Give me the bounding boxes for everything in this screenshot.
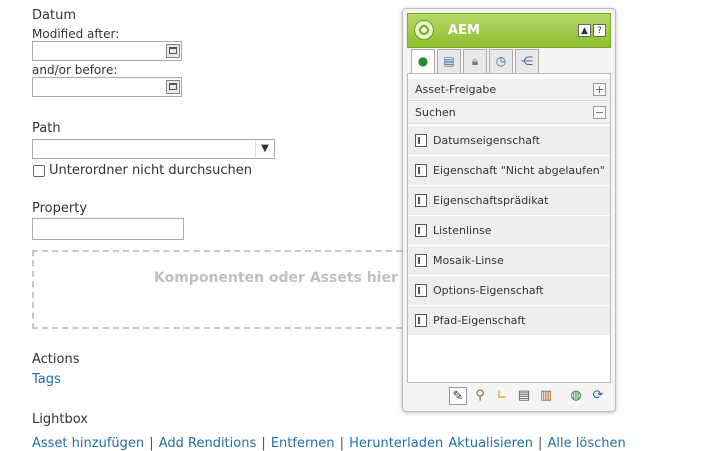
group-suchen[interactable]: Suchen − (408, 102, 610, 124)
drop-zone-text: Komponenten oder Assets hier (154, 270, 398, 286)
component-item[interactable]: Mosaik-Linse (408, 246, 610, 276)
page-icon: ▤ (443, 54, 455, 68)
component-item[interactable]: Datumseigenschaft (408, 126, 610, 156)
add-asset-link[interactable]: Asset hinzufügen (32, 436, 144, 451)
separator: | (538, 436, 543, 451)
group-asset-freigabe[interactable]: Asset-Freigabe + (408, 79, 610, 101)
expand-icon[interactable]: + (593, 83, 606, 96)
page-icon[interactable]: ▤ (515, 387, 533, 405)
collapse-button[interactable]: ▲ (578, 24, 591, 37)
components-tab[interactable]: ● (411, 49, 435, 74)
path-title: Path (32, 121, 61, 136)
list-icon (415, 224, 427, 237)
tags-link[interactable]: Tags (32, 372, 61, 387)
chevron-down-icon[interactable]: ▼ (255, 140, 274, 158)
separator: | (261, 436, 266, 451)
help-button[interactable]: ? (593, 24, 606, 37)
property-title: Property (32, 201, 88, 216)
exclude-subfolders-checkbox[interactable] (33, 165, 45, 177)
lock-icon: 🔒︎ (471, 54, 479, 68)
actions-title: Actions (32, 352, 80, 367)
search-icon[interactable]: ⚲ (471, 387, 489, 405)
calendar-icon[interactable] (166, 44, 180, 58)
component-icon (415, 164, 427, 177)
workflow-tab[interactable]: ⋲ (515, 49, 539, 73)
group-label: Asset-Freigabe (415, 83, 497, 96)
modified-before-input[interactable] (32, 77, 182, 97)
group-label: Suchen (415, 106, 456, 119)
aem-logo-icon (414, 20, 434, 40)
content-tab[interactable]: ▤ (437, 49, 461, 73)
separator: | (339, 436, 345, 451)
history-tab[interactable]: ◷ (489, 49, 513, 73)
lightbox-actions: Asset hinzufügen | Add Renditions | Entf… (32, 432, 626, 451)
component-icon (415, 194, 427, 207)
add-renditions-link[interactable]: Add Renditions (159, 436, 257, 451)
workflow-icon: ⋲ (521, 54, 533, 68)
collapse-icon[interactable]: − (593, 106, 606, 119)
component-icon (415, 134, 427, 147)
exclude-subfolders-label: Unterordner nicht durchsuchen (49, 163, 252, 178)
component-item[interactable]: Eigenschaft "Nicht abgelaufen" (408, 156, 610, 186)
component-icon (415, 284, 427, 297)
lightbox-title: Lightbox (32, 412, 88, 427)
panel-toolbar: ✎ ⚲ ∟ ▤ ▥ ◍ ⟳ (407, 385, 611, 407)
modified-after-input[interactable] (32, 41, 182, 61)
path-select[interactable]: ▼ (32, 139, 275, 159)
panel-header[interactable]: AEM ▲ ? (407, 13, 611, 48)
lock-tab[interactable]: 🔒︎ (463, 49, 487, 73)
remove-link[interactable]: Entfernen (271, 436, 335, 451)
scaffolding-icon[interactable]: ▥ (537, 387, 555, 405)
components-icon: ● (417, 54, 429, 68)
panel-title: AEM (448, 23, 480, 38)
drop-zone[interactable]: Komponenten oder Assets hier (32, 250, 412, 329)
refresh-link[interactable]: Aktualisieren (448, 436, 533, 451)
calendar-icon[interactable] (166, 80, 180, 94)
modified-after-label: Modified after: (32, 27, 120, 41)
component-item[interactable]: Listenlinse (408, 216, 610, 246)
datum-title: Datum (32, 8, 76, 23)
component-item[interactable]: Pfad-Eigenschaft (408, 306, 610, 336)
clock-icon: ◷ (495, 54, 507, 68)
refresh-icon[interactable]: ⟳ (589, 387, 607, 405)
panel-body: Asset-Freigabe + Suchen − Datumseigensch… (407, 73, 611, 383)
design-icon[interactable]: ∟ (493, 387, 511, 405)
download-link[interactable]: Herunterladen (349, 436, 443, 451)
component-item[interactable]: Eigenschaftsprädikat (408, 186, 610, 216)
edit-icon[interactable]: ✎ (449, 387, 467, 405)
globe-icon[interactable]: ◍ (567, 387, 585, 405)
component-icon (415, 314, 427, 327)
and-before-label: and/or before: (32, 63, 118, 77)
clear-all-link[interactable]: Alle löschen (548, 436, 626, 451)
mosaic-icon (415, 254, 427, 267)
property-input[interactable] (32, 218, 184, 240)
separator: | (149, 436, 154, 451)
aem-sidekick-panel: AEM ▲ ? ● ▤ 🔒︎ ◷ ⋲ Asset-Freigabe + Such… (402, 8, 616, 412)
component-item[interactable]: Options-Eigenschaft (408, 276, 610, 306)
